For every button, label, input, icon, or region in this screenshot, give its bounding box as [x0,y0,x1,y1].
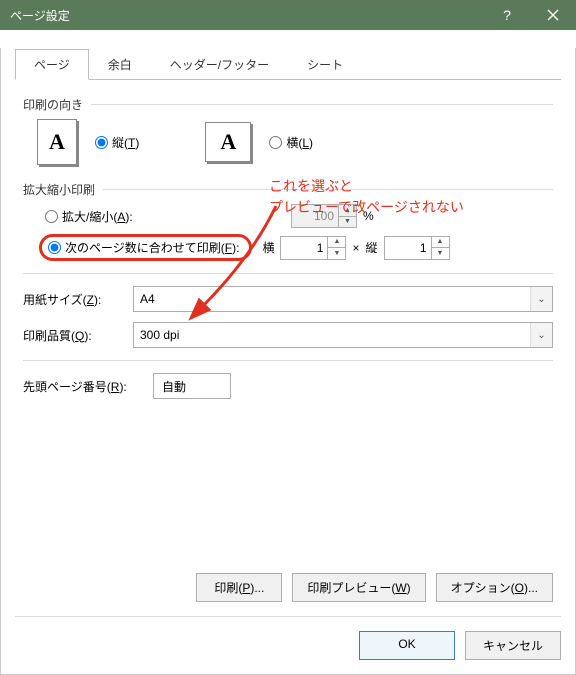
fit-highlight: 次のページ数に合わせて印刷(F): [39,234,252,261]
annotation-text: これを選ぶと プレビューで改ページされない [269,176,464,218]
help-button[interactable]: ? [484,0,530,30]
tab-margins[interactable]: 余白 [89,49,151,80]
options-button[interactable]: オプション(O)... [436,573,553,602]
spinner-arrows[interactable]: ▲▼ [327,237,345,259]
landscape-icon: A [205,122,251,162]
paper-size-combo[interactable]: A4 ⌄ [133,286,553,312]
tab-strip: ページ 余白 ヘッダー/フッター シート [15,48,561,80]
adjust-radio-input[interactable] [45,210,58,223]
print-quality-row: 印刷品質(Q): 300 dpi ⌄ [23,322,553,348]
paper-size-value: A4 [140,292,155,306]
adjust-radio[interactable]: 拡大/縮小(A): [45,208,285,225]
landscape-radio[interactable]: 横(L) [269,134,313,151]
ok-cancel-row: OK キャンセル [15,616,561,660]
tab-sheet[interactable]: シート [288,49,362,80]
fit-radio[interactable]: 次のページ数に合わせて印刷(F): [48,239,239,256]
divider [23,273,553,274]
chevron-down-icon[interactable]: ⌄ [530,323,552,347]
down-arrow-icon[interactable]: ▼ [339,217,356,228]
orientation-row: A 縦(T) A 横(L) [37,119,553,165]
close-icon [547,9,559,21]
title-bar: ページ設定 ? [0,0,576,30]
up-arrow-icon[interactable]: ▲ [328,237,345,249]
tall-label: 縦 [365,239,377,256]
fit-row: 次のページ数に合わせて印刷(F): 横 ▲▼ × 縦 ▲▼ [39,234,553,261]
window-title: ページ設定 [10,7,484,24]
print-button[interactable]: 印刷(P)... [196,573,282,602]
paper-size-row: 用紙サイズ(Z): A4 ⌄ [23,286,553,312]
print-preview-button[interactable]: 印刷プレビュー(W) [292,573,425,602]
tall-spinner[interactable]: ▲▼ [384,236,450,260]
first-page-value: 自動 [162,378,186,395]
wide-spinner[interactable]: ▲▼ [280,236,346,260]
landscape-radio-input[interactable] [269,136,282,149]
close-button[interactable] [530,0,576,30]
dialog-body: ページ 余白 ヘッダー/フッター シート 印刷の向き A 縦(T) A 横(L)… [0,48,576,675]
spinner-arrows[interactable]: ▲▼ [431,237,449,259]
up-arrow-icon[interactable]: ▲ [432,237,449,249]
tab-page[interactable]: ページ [15,49,89,80]
portrait-icon: A [37,119,77,165]
chevron-down-icon[interactable]: ⌄ [530,287,552,311]
cancel-button[interactable]: キャンセル [465,631,561,660]
divider [23,360,553,361]
first-page-row: 先頭ページ番号(R): 自動 [23,373,553,399]
print-quality-value: 300 dpi [140,328,179,342]
tab-content: 印刷の向き A 縦(T) A 横(L) 拡大縮小印刷 拡大/縮小(A): ▲▼ [1,80,575,419]
wide-value[interactable] [281,237,327,259]
down-arrow-icon[interactable]: ▼ [328,248,345,259]
portrait-radio[interactable]: 縦(T) [95,134,139,151]
orientation-group-label: 印刷の向き [23,96,553,113]
portrait-radio-input[interactable] [95,136,108,149]
print-quality-combo[interactable]: 300 dpi ⌄ [133,322,553,348]
ok-button[interactable]: OK [359,631,455,660]
footer-buttons: 印刷(P)... 印刷プレビュー(W) オプション(O)... [196,573,553,602]
tall-value[interactable] [385,237,431,259]
fit-radio-input[interactable] [48,241,61,254]
first-page-input[interactable]: 自動 [153,373,231,399]
times-label: × [352,241,359,255]
tab-header-footer[interactable]: ヘッダー/フッター [151,49,288,80]
down-arrow-icon[interactable]: ▼ [432,248,449,259]
wide-label: 横 [262,239,274,256]
